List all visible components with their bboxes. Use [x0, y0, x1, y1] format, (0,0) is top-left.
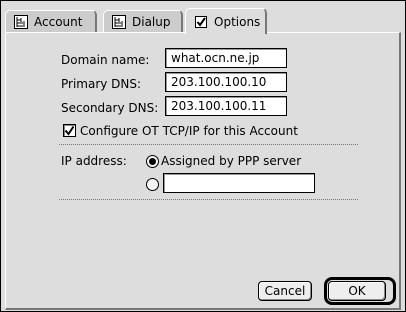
tab-dialup[interactable]: Dialup	[103, 10, 183, 32]
tab-account-label: Account	[34, 14, 83, 29]
separator-top	[59, 144, 358, 145]
domain-name-label: Domain name:	[61, 53, 150, 67]
tab-dialup-label: Dialup	[132, 14, 171, 29]
tab-options[interactable]: Options	[185, 8, 267, 34]
primary-dns-field[interactable]: 203.100.100.10	[165, 72, 287, 92]
ok-button[interactable]: OK	[328, 281, 386, 301]
network-icon	[14, 14, 28, 29]
ip-assigned-label[interactable]: Assigned by PPP server	[161, 154, 301, 168]
radio-selected-dot	[149, 158, 156, 165]
separator-bottom	[59, 199, 358, 200]
primary-dns-label: Primary DNS:	[61, 77, 142, 91]
ip-manual-radio[interactable]	[146, 178, 159, 191]
checkbox-checked-icon	[194, 15, 208, 29]
secondary-dns-field[interactable]: 203.100.100.11	[165, 96, 287, 116]
ip-manual-field[interactable]	[163, 173, 315, 193]
secondary-dns-label: Secondary DNS:	[61, 101, 159, 115]
configure-tcpip-label[interactable]: Configure OT TCP/IP for this Account	[80, 124, 298, 138]
configure-tcpip-checkbox[interactable]	[63, 124, 76, 137]
cancel-button[interactable]: Cancel	[258, 281, 312, 301]
domain-name-field[interactable]: what.ocn.ne.jp	[165, 48, 287, 68]
tab-options-label: Options	[214, 14, 261, 29]
ip-assigned-radio[interactable]	[146, 155, 159, 168]
network-icon	[112, 14, 126, 29]
tab-account[interactable]: Account	[5, 10, 97, 32]
ip-address-label: IP address:	[61, 154, 127, 168]
options-dialog-window: Account Dialup Options Domain name: what…	[0, 0, 406, 312]
checkmark-icon	[64, 125, 75, 136]
